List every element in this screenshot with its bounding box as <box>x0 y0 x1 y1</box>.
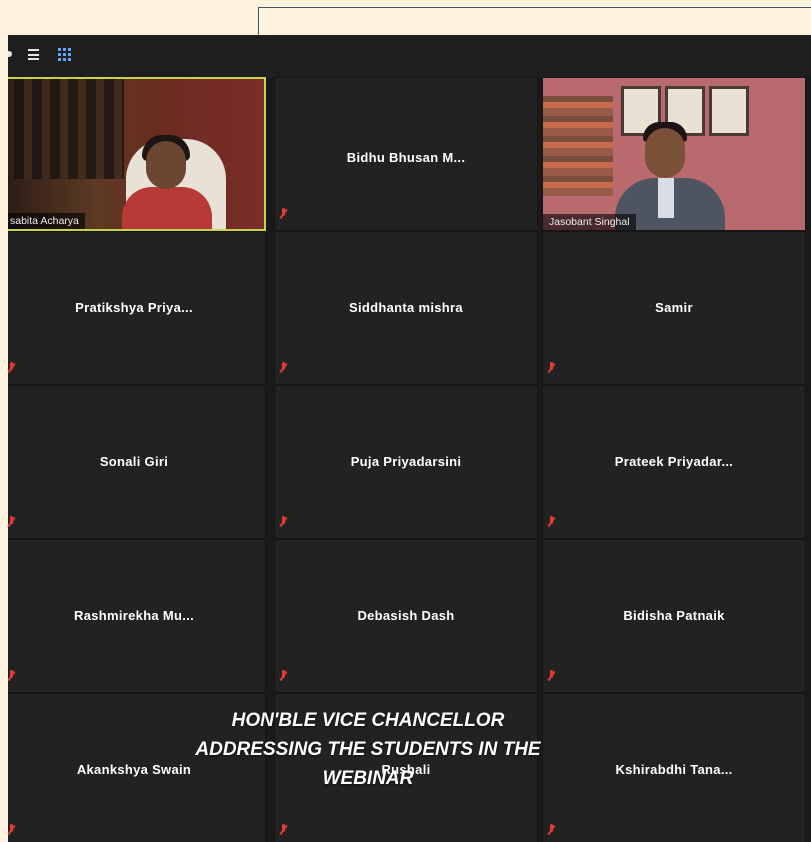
participant-name: Siddhanta mishra <box>349 300 463 315</box>
participant-face <box>645 128 685 178</box>
wall-frame <box>709 86 749 136</box>
muted-mic-icon <box>8 824 16 836</box>
participant-tile[interactable]: Pratikshya Priya... <box>8 231 266 385</box>
caption-line-3: WEBINAR <box>322 768 414 789</box>
participant-tile[interactable]: Bidisha Patnaik <box>542 539 806 693</box>
muted-mic-icon <box>8 670 16 682</box>
muted-mic-icon <box>547 362 556 374</box>
shelf-background <box>543 96 613 196</box>
muted-mic-icon <box>279 824 288 836</box>
participant-name: Rashmirekha Mu... <box>74 608 194 623</box>
caption-line-2: ADDRESSING THE STUDENTS IN THE <box>195 739 541 760</box>
participant-name: Bidhu Bhusan M... <box>346 150 466 165</box>
participant-tile-video[interactable]: sabita Acharya <box>8 77 266 231</box>
muted-mic-icon <box>279 362 288 374</box>
muted-mic-icon <box>279 670 288 682</box>
participant-tile-video[interactable]: Jasobant Singhal <box>542 77 806 231</box>
participant-tile[interactable]: Bidhu Bhusan M... <box>274 77 538 231</box>
participant-name: Samir <box>655 300 693 315</box>
gallery-view-icon[interactable] <box>58 48 71 61</box>
muted-mic-icon <box>547 670 556 682</box>
participant-name: Bidisha Patnaik <box>623 608 725 623</box>
participant-tile[interactable]: Samir <box>542 231 806 385</box>
participant-tile[interactable]: Rashmirekha Mu... <box>8 539 266 693</box>
participant-name: Sonali Giri <box>99 454 169 469</box>
webinar-caption: HON'BLE VICE CHANCELLOR ADDRESSING THE S… <box>128 706 608 793</box>
participant-name: Prateek Priyadar... <box>614 454 734 469</box>
participant-name: Pratikshya Priya... <box>75 300 193 315</box>
participant-body <box>122 187 212 229</box>
muted-mic-icon <box>279 516 288 528</box>
caption-line-1: HON'BLE VICE CHANCELLOR <box>231 710 505 731</box>
meeting-toolbar <box>8 35 811 77</box>
participant-name-label: sabita Acharya <box>8 213 85 229</box>
speaker-view-icon[interactable] <box>28 49 39 60</box>
participant-name-label: Jasobant Singhal <box>543 214 636 230</box>
muted-mic-icon <box>547 824 556 836</box>
bookshelf-background <box>14 79 124 179</box>
participant-name: Debasish Dash <box>357 608 455 623</box>
muted-mic-icon <box>279 208 288 220</box>
participant-tile[interactable]: Puja Priyadarsini <box>274 385 538 539</box>
muted-mic-icon <box>8 516 16 528</box>
participant-face <box>146 141 186 189</box>
participant-tile[interactable]: Sonali Giri <box>8 385 266 539</box>
menu-dot-icon[interactable] <box>8 51 12 57</box>
participant-tile[interactable]: Siddhanta mishra <box>274 231 538 385</box>
participant-tile[interactable]: Prateek Priyadar... <box>542 385 806 539</box>
muted-mic-icon <box>547 516 556 528</box>
participant-tile[interactable]: Debasish Dash <box>274 539 538 693</box>
muted-mic-icon <box>8 362 16 374</box>
participant-name: Puja Priyadarsini <box>350 454 462 469</box>
